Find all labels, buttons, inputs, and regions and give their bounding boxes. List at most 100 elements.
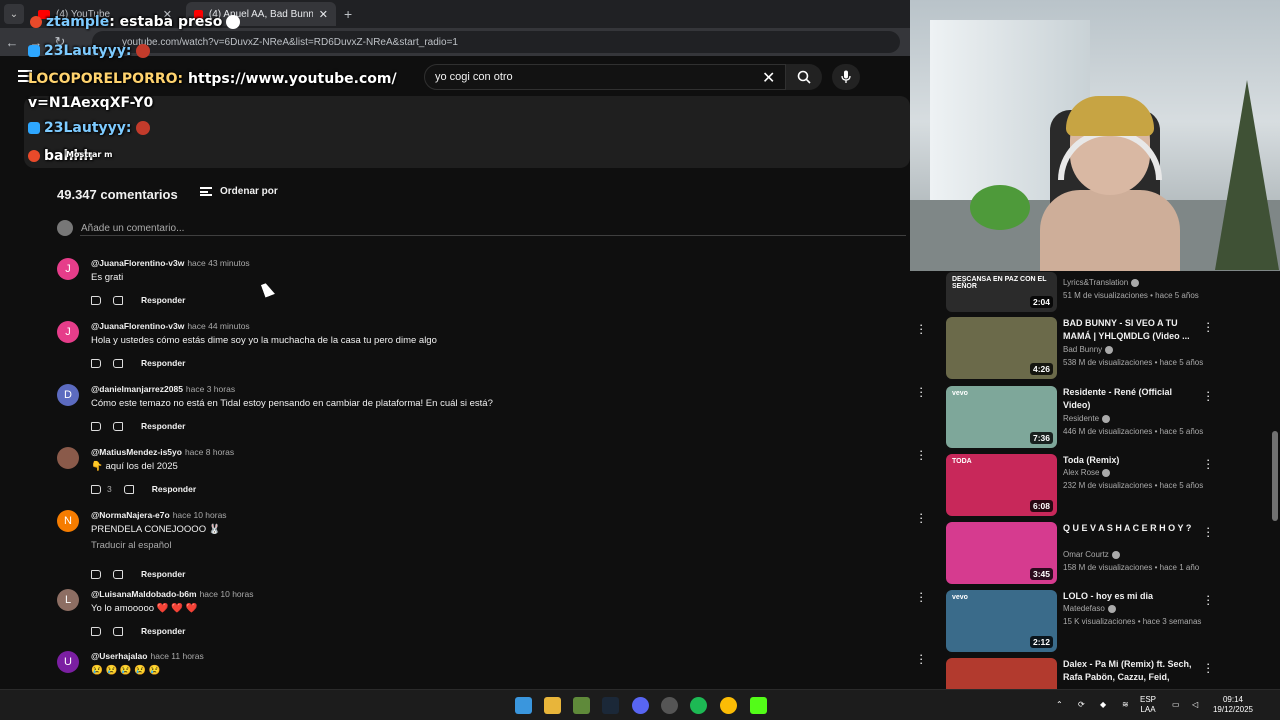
reply-button[interactable]: Responder [141,626,185,636]
search-input[interactable]: yo cogi con otro [424,64,786,90]
channel-name[interactable]: Matedefaso [1063,604,1116,613]
show-more-text[interactable]: Mostrar m [66,150,112,159]
clock[interactable]: 09:14 19/12/2025 [1207,695,1259,715]
recommendation-item[interactable]: vevo 2:12 LOLO - hoy es mi dia Matedefaso 15… [946,589,1246,652]
comment-author[interactable]: @JuanaFlorentino-v3w [91,321,184,331]
channel-name[interactable]: Omar Courtz [1063,550,1120,559]
comment-time[interactable]: hace 43 minutos [187,258,249,268]
tray-display-icon[interactable]: ▭ [1172,700,1180,710]
video-thumbnail[interactable]: TODA 6:08 [946,454,1057,516]
dislike-icon[interactable] [123,484,134,494]
video-title[interactable]: BAD BUNNY - SI VEO A TU MAMÁ | YHLQMDLG … [1063,317,1193,343]
like-icon[interactable] [91,484,101,494]
translate-link[interactable]: Traducir al español [91,540,171,551]
video-title[interactable]: Residente - René (Official Video) [1063,386,1193,412]
comment-more-icon[interactable]: · · · [919,586,923,607]
recommendation-item[interactable]: DESCANSA EN PAZ CON EL SEÑOR 2:04 Lyrics&T… [946,272,1246,312]
back-icon[interactable]: ← [0,35,24,50]
comment-author[interactable]: @NormaNajera-e7o [91,510,170,520]
comment-time[interactable]: hace 3 horas [186,384,235,394]
tray-chevron-icon[interactable]: ⌃ [1056,700,1063,710]
windows-start-icon[interactable] [515,697,532,714]
recommendation-item[interactable]: 3:45 Q U E V A S H A C E R H O Y ? Omar Co… [946,521,1246,584]
url-field[interactable]: youtube.com/watch?v=6DuvxZ-NReA&list=RD6… [92,31,900,53]
recommendation-item[interactable]: TODA 6:08 Toda (Remix) Alex Rose 232 M de vi… [946,453,1246,516]
discord-icon[interactable] [632,697,649,714]
scrollbar[interactable] [1270,271,1280,689]
video-more-icon[interactable]: · · · [1206,453,1210,474]
video-more-icon[interactable]: · · · [1206,657,1210,678]
sort-button[interactable]: Ordenar por [200,186,278,197]
like-icon[interactable] [91,295,101,305]
video-title[interactable]: Q U E V A S H A C E R H O Y ? [1063,522,1193,535]
recommendation-item[interactable]: 4:26 BAD BUNNY - SI VEO A TU MAMÁ | YHLQM… [946,316,1246,379]
video-description[interactable] [24,96,910,168]
comment-author[interactable]: @MatiusMendez-is5yo [91,447,182,457]
comment-time[interactable]: hace 11 horas [150,651,203,661]
video-title[interactable]: LOLO - hoy es mi dia [1063,590,1193,603]
video-thumbnail[interactable]: 3:45 [946,522,1057,584]
video-thumbnail[interactable]: 4:26 [946,317,1057,379]
video-more-icon[interactable]: · · · [1206,521,1210,542]
video-more-icon[interactable]: · · · [1206,385,1210,406]
avatar[interactable]: N [57,510,79,532]
minecraft-icon[interactable] [573,697,590,714]
comment-more-icon[interactable]: · · · [919,648,923,669]
add-comment-row[interactable]: Añade un comentario... [57,220,184,236]
kick-icon[interactable] [750,697,767,714]
tray-shield-icon[interactable]: ◆ [1100,700,1106,710]
tray-network-icon[interactable]: ≋ [1122,700,1129,710]
search-button[interactable] [786,64,822,90]
like-icon[interactable] [91,626,101,636]
video-thumbnail[interactable]: vevo 2:12 [946,590,1057,652]
scrollbar-thumb[interactable] [1272,431,1278,521]
avatar[interactable]: L [57,589,79,611]
reply-button[interactable]: Responder [141,569,185,579]
channel-name[interactable]: Alex Rose [1063,468,1111,477]
new-tab-icon[interactable]: + [344,6,352,22]
steam-icon[interactable] [602,697,619,714]
avatar[interactable] [57,447,79,469]
video-title[interactable]: Dalex - Pa Mi (Remix) ft. Sech, Rafa Pab… [1063,658,1193,684]
clear-search-icon[interactable]: ✕ [762,68,775,88]
dislike-icon[interactable] [113,358,123,368]
comment-author[interactable]: @LuisanaMaldobado-b6m [91,589,197,599]
channel-name[interactable]: Residente [1063,414,1111,423]
chrome-icon[interactable] [720,697,737,714]
spotify-icon[interactable] [690,697,707,714]
dislike-icon[interactable] [113,421,123,431]
comment-time[interactable]: hace 10 horas [200,589,254,599]
voice-search-button[interactable] [832,64,860,90]
avatar[interactable]: U [57,651,79,673]
language-indicator[interactable]: ESP LAA [1140,695,1156,715]
comment-more-icon[interactable]: · · · [919,507,923,528]
comment-more-icon[interactable]: · · · [919,318,923,339]
like-icon[interactable] [91,358,101,368]
close-tab-icon[interactable]: ✕ [319,8,328,21]
reply-button[interactable]: Responder [152,484,196,494]
like-icon[interactable] [91,421,101,431]
video-thumbnail[interactable]: vevo 7:36 [946,386,1057,448]
dislike-icon[interactable] [113,295,123,305]
reply-button[interactable]: Responder [141,295,185,305]
comment-time[interactable]: hace 44 minutos [187,321,249,331]
channel-name[interactable]: Lyrics&Translation [1063,278,1140,287]
recommendation-item[interactable]: vevo 7:36 Residente - René (Official Video… [946,385,1246,448]
reply-button[interactable]: Responder [141,421,185,431]
add-comment-input[interactable]: Añade un comentario... [81,223,184,234]
dislike-icon[interactable] [113,569,123,579]
tray-sync-icon[interactable]: ⟳ [1078,700,1085,710]
comment-author[interactable]: @danielmanjarrez2085 [91,384,183,394]
avatar[interactable]: J [57,258,79,280]
video-more-icon[interactable]: · · · [1206,316,1210,337]
comment-time[interactable]: hace 8 horas [185,447,234,457]
comment-more-icon[interactable]: · · · [919,381,923,402]
tab-search-icon[interactable]: ⌄ [4,4,24,24]
reply-button[interactable]: Responder [141,358,185,368]
comment-author[interactable]: @Userhajalao [91,651,147,661]
avatar[interactable]: J [57,321,79,343]
tray-volume-icon[interactable]: ◁ [1192,700,1198,710]
comment-more-icon[interactable]: · · · [919,444,923,465]
comment-time[interactable]: hace 10 horas [173,510,227,520]
video-more-icon[interactable]: · · · [1206,589,1210,610]
